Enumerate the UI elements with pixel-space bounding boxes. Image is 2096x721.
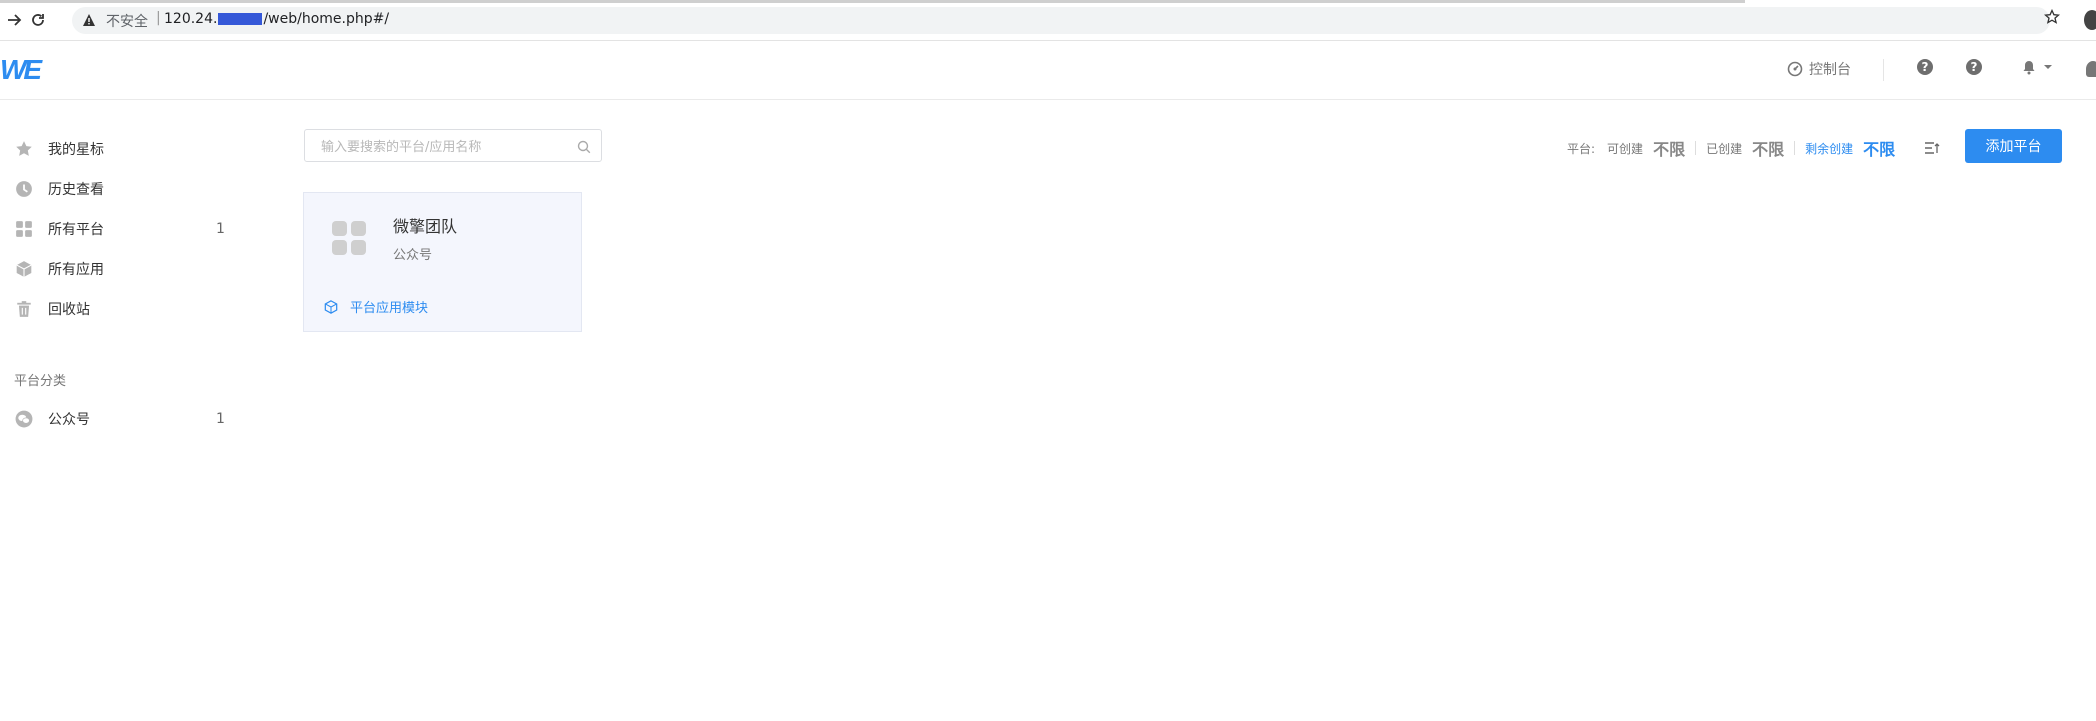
sidebar-item-starred[interactable]: 我的星标 [14, 137, 224, 161]
stats-divider [1695, 141, 1697, 155]
stats-divider [1794, 141, 1796, 155]
chevron-down-icon [2044, 65, 2052, 69]
sidebar-item-recycle-bin[interactable]: 回收站 [14, 297, 224, 321]
trash-icon [14, 299, 34, 319]
sidebar-item-label: 我的星标 [48, 142, 104, 158]
tab-strip-edge [0, 0, 1745, 3]
url-suffix: /web/home.php#/ [263, 11, 390, 27]
dashboard-icon [1787, 61, 1803, 77]
help-icon[interactable]: ? [1917, 59, 1933, 75]
sidebar-item-history[interactable]: 历史查看 [14, 177, 224, 201]
security-label[interactable]: 不安全 [106, 11, 148, 31]
sidebar-item-count: 1 [216, 221, 225, 237]
platform-stats: 平台: 可创建 不限 已创建 不限 剩余创建 不限 [1567, 137, 1895, 159]
cube-icon [14, 259, 34, 279]
app-header: WE 控制台 ? ? [0, 41, 2096, 100]
warning-icon[interactable] [82, 12, 96, 31]
sidebar-item-all-platforms[interactable]: 所有平台 1 [14, 217, 225, 241]
wechat-icon [14, 409, 34, 429]
console-label: 控制台 [1809, 62, 1851, 78]
platform-category-title: 平台分类 [14, 374, 67, 389]
sidebar-item-label: 所有平台 [48, 222, 104, 238]
url-text[interactable]: 120.24. /web/home.php#/ [164, 11, 389, 27]
platform-modules-link[interactable]: 平台应用模块 [324, 297, 428, 316]
sidebar-item-label: 所有应用 [48, 262, 104, 278]
redacted-block [218, 13, 263, 25]
reload-icon[interactable] [27, 9, 49, 31]
platform-label: 平台: [1567, 141, 1596, 156]
user-avatar[interactable] [2086, 61, 2096, 77]
browser-toolbar: 不安全 | 120.24. /web/home.php#/ [0, 0, 2096, 41]
clock-icon [14, 179, 34, 199]
platform-logo-icon [332, 221, 368, 257]
address-bar[interactable]: 不安全 | 120.24. /web/home.php#/ [72, 7, 2050, 34]
search-box[interactable] [304, 129, 602, 162]
platform-card[interactable]: 微擎团队 公众号 平台应用模块 [303, 192, 582, 332]
question-icon[interactable]: ? [1966, 59, 1982, 75]
sidebar-item-all-apps[interactable]: 所有应用 [14, 257, 224, 281]
remaining-label: 剩余创建 [1805, 141, 1854, 156]
star-icon [14, 139, 34, 159]
add-platform-button[interactable]: 添加平台 [1965, 129, 2062, 163]
sidebar-item-label: 回收站 [48, 302, 90, 318]
platform-type: 公众号 [393, 248, 433, 263]
console-link[interactable]: 控制台 [1787, 59, 1851, 79]
sidebar-item-label: 公众号 [48, 412, 90, 428]
remaining-value: 不限 [1863, 140, 1896, 159]
sidebar-item-count: 1 [216, 411, 225, 427]
forward-arrow-icon[interactable] [3, 9, 25, 31]
browser-profile-icon[interactable] [2084, 10, 2096, 30]
platform-name[interactable]: 微擎团队 [393, 213, 457, 237]
sidebar-item-official-account[interactable]: 公众号 1 [14, 407, 225, 431]
bookmark-star-icon[interactable] [2043, 8, 2061, 30]
app-logo[interactable]: WE [0, 54, 42, 86]
header-divider [1883, 59, 1884, 81]
created-value: 不限 [1752, 140, 1785, 159]
url-separator: | [156, 10, 161, 26]
sort-icon[interactable] [1924, 140, 1940, 159]
platform-modules-label: 平台应用模块 [350, 301, 429, 316]
url-prefix: 120.24. [164, 11, 218, 27]
notification-bell-icon[interactable] [2021, 59, 2053, 75]
created-label: 已创建 [1706, 141, 1743, 156]
search-input[interactable] [319, 136, 573, 158]
search-icon[interactable] [577, 139, 591, 158]
can-create-label: 可创建 [1607, 141, 1644, 156]
grid-icon [14, 219, 34, 239]
cube-outline-icon [324, 299, 338, 314]
can-create-value: 不限 [1653, 140, 1686, 159]
sidebar-item-label: 历史查看 [48, 182, 104, 198]
